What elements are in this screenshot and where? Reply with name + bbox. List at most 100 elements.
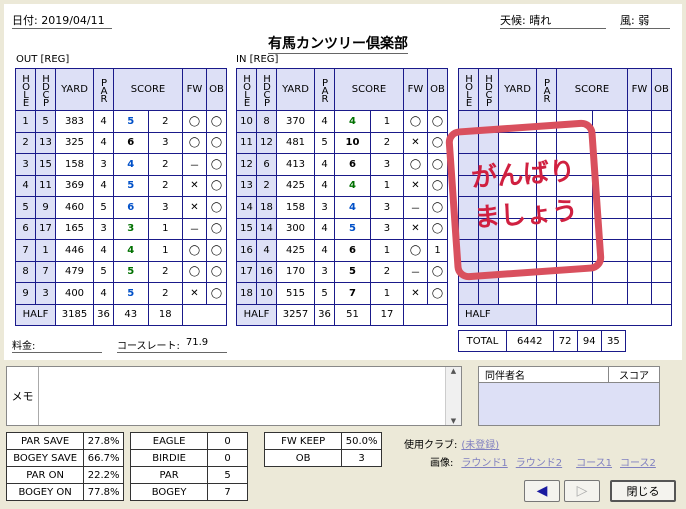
extra-cell-2-6 [627, 153, 652, 176]
memo-scrollbar[interactable]: ▲ ▼ [445, 367, 461, 425]
cell-in-0-7: ◯ [427, 110, 448, 133]
cell-in-8-7: ◯ [427, 282, 448, 305]
cell-out-1-5: 3 [147, 131, 183, 154]
cell-in-4-5: 3 [369, 196, 405, 219]
cell-out-0-4: 5 [113, 110, 149, 133]
extra-half-empty [536, 303, 672, 326]
col-header-fw: FW [403, 68, 428, 111]
cell-in-7-7: ◯ [427, 260, 448, 283]
cell-out-6-4: 4 [113, 239, 149, 262]
cell-out-6-2: 446 [55, 239, 94, 262]
cell-out-3-3: 4 [93, 174, 114, 197]
memo-field[interactable]: メモ ▲ ▼ [6, 366, 462, 426]
prev-button[interactable]: ◀ [524, 480, 560, 502]
cell-in-4-4: 4 [334, 196, 371, 219]
course-rate-label: コースレート: [117, 341, 180, 352]
col-header-score: SCORE [334, 68, 404, 111]
total-label: TOTAL [458, 330, 507, 352]
cell-out-7-4: 5 [113, 260, 149, 283]
round1-link[interactable]: ラウンド1 [461, 454, 507, 469]
extra-cell-8-6 [627, 282, 652, 305]
cell-in-1-2: 481 [276, 131, 315, 154]
cell-in-7-0: 17 [236, 260, 257, 283]
arrow-left-icon: ◀ [536, 483, 548, 499]
cell-out-2-0: 3 [15, 153, 36, 176]
arrow-right-icon: ▷ [576, 483, 588, 499]
col-header-ob: OB [427, 68, 448, 111]
cell-out-1-4: 6 [113, 131, 149, 154]
cell-out-2-1: 15 [35, 153, 56, 176]
cell-out-6-3: 4 [93, 239, 114, 262]
cell-out-5-7: ◯ [206, 217, 227, 240]
cell-in-0-4: 4 [334, 110, 371, 133]
col-header-par: PAR [93, 68, 114, 111]
extra-cell-8-7 [651, 282, 672, 305]
cell-in-3-6: ✕ [403, 174, 428, 197]
cell-in-5-7: ◯ [427, 217, 448, 240]
cell-out-6-0: 7 [15, 239, 36, 262]
cell-out-7-3: 5 [93, 260, 114, 283]
extra-cell-7-7 [651, 260, 672, 283]
clubs-link[interactable]: (未登録) [461, 436, 499, 451]
club-name: 有馬カンツリー倶楽部 [268, 33, 408, 54]
extra-cell-5-6 [627, 217, 652, 240]
col-header-par: PAR [536, 68, 557, 111]
cell-out-2-7: ◯ [206, 153, 227, 176]
close-button[interactable]: 閉じる [610, 480, 676, 502]
companion-name-header: 同伴者名 [479, 367, 609, 382]
course1-link[interactable]: コース1 [576, 454, 612, 469]
half-in-4: 17 [369, 303, 405, 326]
cell-in-5-3: 4 [314, 217, 335, 240]
course2-link[interactable]: コース2 [620, 454, 656, 469]
cell-in-3-7: ◯ [427, 174, 448, 197]
cell-out-8-5: 2 [147, 282, 183, 305]
cell-out-6-1: 1 [35, 239, 56, 262]
cell-in-6-1: 4 [256, 239, 277, 262]
cell-in-1-1: 12 [256, 131, 277, 154]
stat-stats2-0-value: 0 [207, 432, 248, 450]
total-yard: 6442 [506, 330, 554, 352]
stat-stats1-0-label: PAR SAVE [5, 432, 85, 450]
next-button[interactable]: ▷ [564, 480, 600, 502]
cell-in-5-0: 15 [236, 217, 257, 240]
cell-out-4-5: 3 [147, 196, 183, 219]
cell-out-0-7: ◯ [206, 110, 227, 133]
stats-fw-table: FW KEEP 50.0% OB 3 [263, 432, 382, 467]
col-header-hdcp: HDCP [478, 68, 499, 111]
cell-in-2-4: 6 [334, 153, 371, 176]
cell-in-5-4: 5 [334, 217, 371, 240]
scroll-down-icon[interactable]: ▼ [446, 417, 461, 425]
scroll-up-icon[interactable]: ▲ [446, 367, 461, 375]
cell-in-5-6: ✕ [403, 217, 428, 240]
cell-in-7-4: 5 [334, 260, 371, 283]
cell-in-3-0: 13 [236, 174, 257, 197]
extra-cell-5-7 [651, 217, 672, 240]
stat-stats1-1-label: BOGEY SAVE [5, 449, 85, 467]
cell-out-7-5: 2 [147, 260, 183, 283]
cell-out-3-5: 2 [147, 174, 183, 197]
extra-cell-2-7 [651, 153, 672, 176]
cell-in-4-2: 158 [276, 196, 315, 219]
course-rate: コースレート: 71.9 [117, 337, 227, 353]
stat-stats1-2-label: PAR ON [5, 466, 85, 484]
col-header-hdcp: HDCP [35, 68, 56, 111]
cell-out-5-3: 3 [93, 217, 114, 240]
total-par: 72 [552, 330, 578, 352]
cell-in-4-0: 14 [236, 196, 257, 219]
companion-list[interactable]: 同伴者名 スコア [478, 366, 660, 426]
round2-link[interactable]: ラウンド2 [516, 454, 562, 469]
stat-stats2-1-value: 0 [207, 449, 248, 467]
cell-out-3-7: ◯ [206, 174, 227, 197]
cell-out-7-1: 7 [35, 260, 56, 283]
extra-half-label: HALF [458, 303, 537, 326]
course-rate-value: 71.9 [185, 337, 209, 348]
cell-in-3-2: 425 [276, 174, 315, 197]
cell-in-1-4: 10 [334, 131, 371, 154]
cell-in-1-3: 5 [314, 131, 335, 154]
extra-cell-8-3 [536, 282, 557, 305]
extra-cell-8-2 [498, 282, 537, 305]
cell-out-5-5: 1 [147, 217, 183, 240]
cell-in-6-3: 4 [314, 239, 335, 262]
total-table: TOTAL 6442 72 94 35 [458, 330, 627, 352]
stat-stats1-0-value: 27.8% [83, 432, 124, 450]
